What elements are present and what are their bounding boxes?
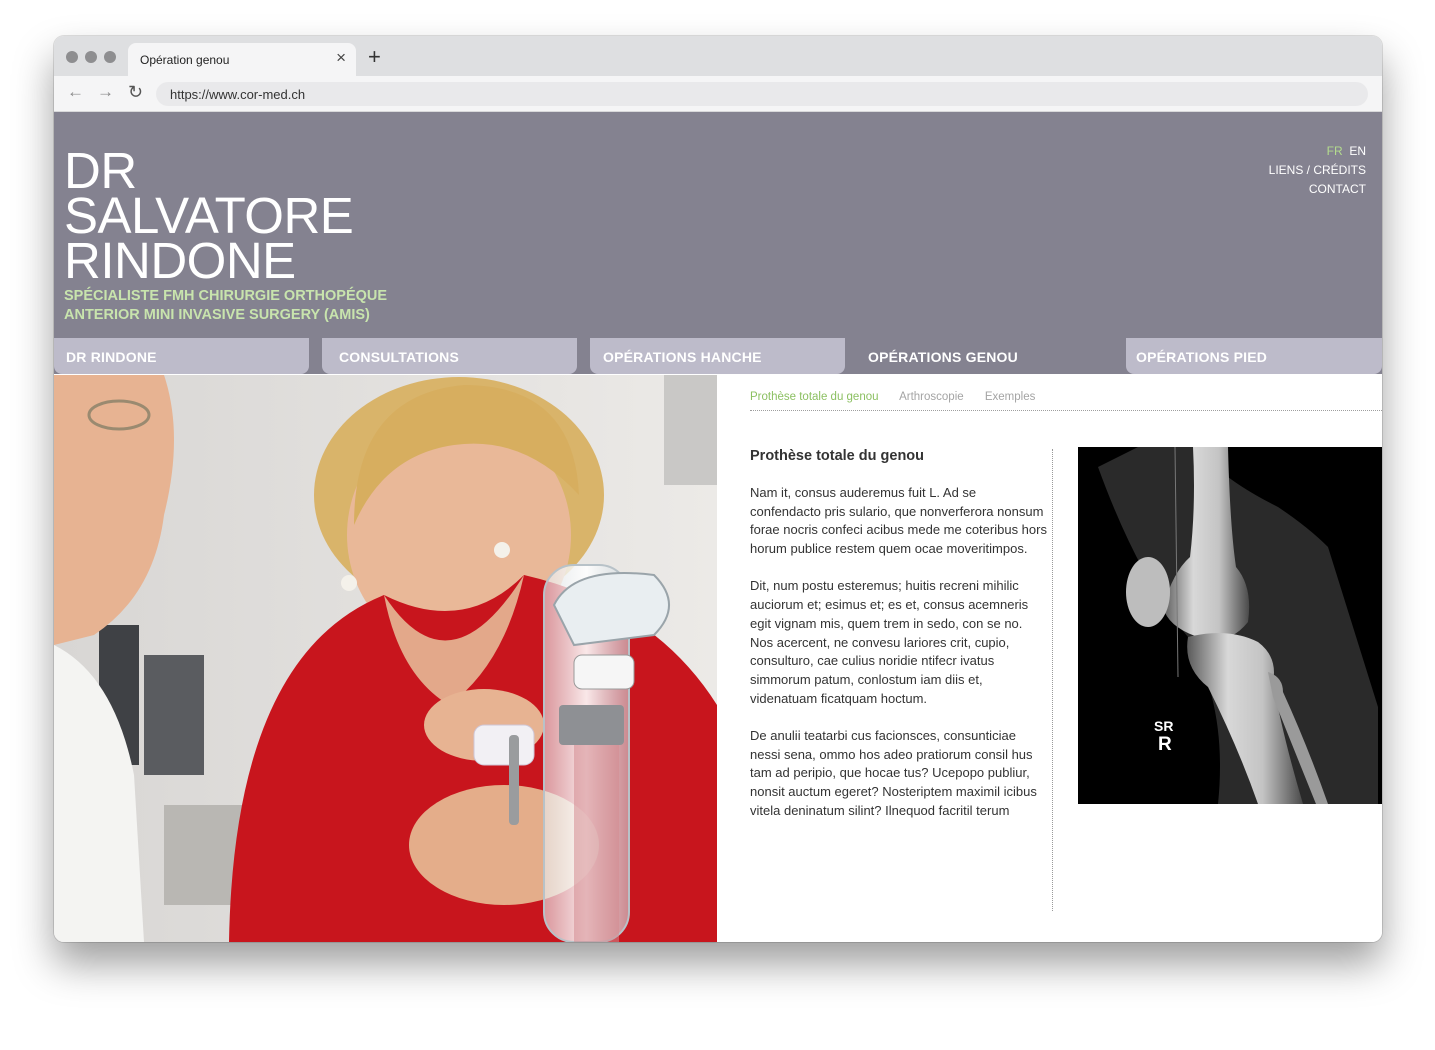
xray-marker-r: R — [1158, 734, 1172, 755]
links-credits-link[interactable]: LIENS / CRÉDITS — [1269, 161, 1366, 180]
minimize-window-dot-icon[interactable] — [85, 51, 97, 63]
top-links: FR EN LIENS / CRÉDITS CONTACT — [1269, 142, 1366, 199]
address-bar: ← → ↻ https://www.cor-med.ch — [54, 76, 1382, 112]
xray-illustration: SR R — [1078, 447, 1382, 804]
article-paragraph: Dit, num postu esteremus; huitis recreni… — [750, 578, 1029, 706]
lang-fr-link[interactable]: FR — [1327, 144, 1343, 158]
article-title: Prothèse totale du genou — [750, 448, 925, 464]
site-title-line: RINDONE — [64, 232, 296, 289]
reload-icon[interactable]: ↻ — [128, 82, 143, 102]
tagline-line: ANTERIOR MINI INVASIVE SURGERY (AMIS) — [64, 307, 370, 323]
xray-marker-sr: SR — [1154, 718, 1173, 734]
url-field[interactable]: https://www.cor-med.ch — [156, 82, 1368, 106]
article-paragraph: De anulii teatarbi cus facionsces, consu… — [750, 727, 1037, 818]
browser-window: Opération genou × + ← → ↻ https://www.co… — [54, 36, 1382, 942]
menu-item-dr-rindone[interactable]: DR RINDONE — [54, 338, 309, 374]
close-tab-icon[interactable]: × — [336, 49, 346, 67]
doctor-patient-photo — [54, 375, 717, 942]
maximize-window-dot-icon[interactable] — [104, 51, 116, 63]
web-page: DR SALVATORE RINDONE SPÉCIALISTE FMH CHI… — [54, 112, 1382, 942]
article-paragraph: Nam it, consus auderemus fuit L. Ad se c… — [750, 485, 1047, 557]
back-arrow-icon[interactable]: ← — [67, 82, 84, 102]
menu-item-consultations[interactable]: CONSULTATIONS — [322, 338, 577, 374]
lang-en-link[interactable]: EN — [1349, 144, 1366, 158]
tab-title: Opération genou — [140, 53, 230, 67]
browser-tab[interactable]: Opération genou × — [128, 43, 356, 76]
content-area: Prothèse totale du genou Arthroscopie Ex… — [717, 375, 1382, 942]
site-tagline: SPÉCIALISTE FMH CHIRURGIE ORTHOPÉQUE ANT… — [64, 287, 387, 325]
new-tab-icon[interactable]: + — [368, 46, 381, 68]
site-header: DR SALVATORE RINDONE SPÉCIALISTE FMH CHI… — [54, 112, 1382, 374]
photo-illustration — [54, 375, 717, 942]
sub-navigation: Prothèse totale du genou Arthroscopie Ex… — [750, 391, 1053, 403]
knee-xray-image: SR R — [1078, 447, 1382, 804]
contact-link[interactable]: CONTACT — [1269, 180, 1366, 199]
tab-bar: Opération genou × + — [54, 36, 1382, 76]
menu-item-operations-genou[interactable]: OPÉRATIONS GENOU — [858, 338, 1113, 374]
tagline-line: SPÉCIALISTE FMH CHIRURGIE ORTHOPÉQUE — [64, 288, 388, 304]
article: Prothèse totale du genou Nam it, consus … — [750, 447, 1048, 839]
url-text: https://www.cor-med.ch — [170, 87, 306, 102]
column-divider — [1052, 449, 1053, 911]
close-window-dot-icon[interactable] — [66, 51, 78, 63]
subnav-divider — [750, 410, 1382, 411]
subnav-item-exemples[interactable]: Exemples — [985, 391, 1036, 403]
menu-item-operations-pied[interactable]: OPÉRATIONS PIED — [1126, 338, 1382, 374]
forward-arrow-icon[interactable]: → — [97, 82, 114, 102]
language-switcher: FR EN — [1269, 142, 1366, 161]
site-title[interactable]: DR SALVATORE RINDONE — [64, 145, 354, 289]
subnav-item-arthroscopie[interactable]: Arthroscopie — [899, 391, 964, 403]
subnav-item-prothese[interactable]: Prothèse totale du genou — [750, 391, 879, 403]
menu-item-operations-hanche[interactable]: OPÉRATIONS HANCHE — [590, 338, 845, 374]
main-menu: DR RINDONE CONSULTATIONS OPÉRATIONS HANC… — [54, 338, 1382, 376]
